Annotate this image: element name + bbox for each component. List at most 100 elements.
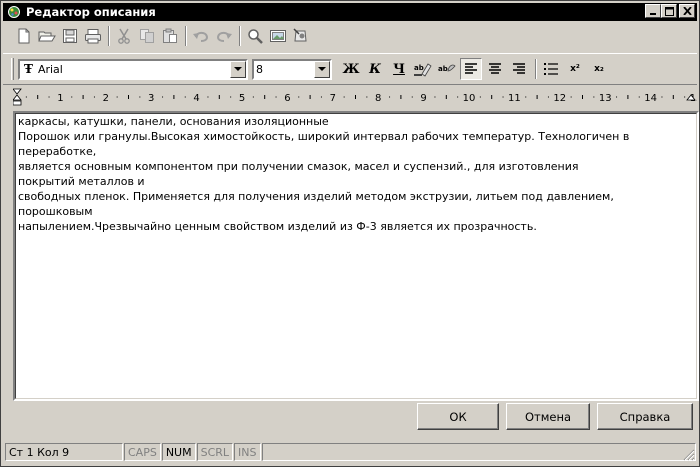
font-family-value: Arial bbox=[37, 62, 63, 76]
print-icon[interactable] bbox=[82, 25, 104, 47]
ruler-tick bbox=[230, 96, 232, 98]
bullet-list-icon[interactable] bbox=[540, 58, 562, 80]
ruler-tick bbox=[400, 95, 402, 99]
ruler-tick bbox=[525, 96, 527, 98]
maximize-button[interactable] bbox=[661, 4, 677, 18]
ruler-tick bbox=[536, 95, 538, 99]
ruler-tick bbox=[343, 96, 345, 98]
ruler[interactable]: 123456789101112131415 bbox=[13, 87, 697, 109]
chevron-down-icon[interactable] bbox=[230, 60, 246, 78]
help-button[interactable]: Справка bbox=[597, 403, 693, 430]
ruler-tick bbox=[638, 96, 640, 98]
bold-button[interactable]: Ж bbox=[340, 58, 362, 80]
ruler-label: 13 bbox=[599, 93, 612, 104]
paste-icon[interactable] bbox=[159, 25, 181, 47]
size-grip-icon[interactable] bbox=[683, 449, 695, 461]
ruler-tick bbox=[616, 96, 618, 98]
text-line: покрытий металлов и bbox=[18, 175, 145, 188]
editor-text-area[interactable]: каркасы, катушки, панели, основания изол… bbox=[15, 113, 697, 399]
font-size-select[interactable]: 8 bbox=[252, 58, 332, 80]
ruler-label: 2 bbox=[103, 93, 109, 104]
ruler-label: 7 bbox=[330, 93, 336, 104]
ruler-label: 3 bbox=[148, 93, 154, 104]
ok-button[interactable]: ОК bbox=[417, 403, 499, 430]
toolbar-separator bbox=[535, 59, 537, 79]
align-center-button[interactable] bbox=[484, 58, 506, 80]
insert-indicator: INS bbox=[234, 443, 261, 461]
underline-button[interactable]: Ч bbox=[388, 58, 410, 80]
ruler-tick bbox=[389, 96, 391, 98]
font-color-icon[interactable]: ab bbox=[436, 58, 458, 80]
ruler-tick bbox=[445, 95, 447, 99]
left-indent-marker[interactable] bbox=[13, 88, 22, 106]
close-button[interactable] bbox=[679, 4, 695, 18]
ruler-tick bbox=[162, 96, 164, 98]
ruler-tick bbox=[116, 96, 118, 98]
insert-object-icon[interactable] bbox=[290, 25, 312, 47]
copy-icon[interactable] bbox=[136, 25, 158, 47]
svg-text:ab: ab bbox=[414, 64, 424, 72]
align-left-button[interactable] bbox=[460, 58, 482, 80]
svg-text:ab: ab bbox=[438, 65, 448, 73]
font-size-value: 8 bbox=[256, 62, 263, 76]
ruler-tick bbox=[570, 96, 572, 98]
window-title: Редактор описания bbox=[26, 5, 156, 19]
ruler-tick bbox=[298, 96, 300, 98]
align-right-button[interactable] bbox=[508, 58, 530, 80]
format-toolbar: Ŧ Arial 8 Ж К Ч ab ab x² x₂ bbox=[3, 53, 697, 85]
cancel-button[interactable]: Отмена bbox=[506, 403, 590, 430]
ruler-tick bbox=[184, 96, 186, 98]
ruler-tick bbox=[71, 96, 73, 98]
description-editor[interactable]: каркасы, катушки, панели, основания изол… bbox=[13, 111, 699, 401]
subscript-button[interactable]: x₂ bbox=[588, 58, 610, 80]
ruler-tick bbox=[218, 95, 220, 99]
ruler-tick bbox=[593, 96, 595, 98]
ruler-label: 1 bbox=[57, 93, 63, 104]
ruler-tick bbox=[252, 96, 254, 98]
cut-icon[interactable] bbox=[113, 25, 135, 47]
ruler-label: 8 bbox=[375, 93, 381, 104]
window-controls bbox=[645, 4, 695, 18]
ruler-label: 11 bbox=[508, 93, 521, 104]
text-line: переработке, bbox=[18, 145, 97, 158]
text-line: напылением.Чрезвычайно ценным свойством … bbox=[18, 220, 537, 233]
ruler-tick bbox=[672, 95, 674, 99]
ruler-tick bbox=[320, 96, 322, 98]
ruler-tick bbox=[366, 96, 368, 98]
ruler-label: 5 bbox=[239, 93, 245, 104]
ruler-tick bbox=[309, 95, 311, 99]
highlight-color-icon[interactable]: ab bbox=[412, 58, 434, 80]
open-folder-icon[interactable] bbox=[36, 25, 58, 47]
superscript-button[interactable]: x² bbox=[564, 58, 586, 80]
ruler-tick bbox=[93, 96, 95, 98]
chevron-down-icon[interactable] bbox=[314, 60, 330, 78]
text-line: Порошок или гранулы.Высокая химостойкост… bbox=[18, 130, 630, 143]
ruler-label: 4 bbox=[193, 93, 199, 104]
font-family-select[interactable]: Ŧ Arial bbox=[18, 58, 248, 80]
text-line: свободных пленок. Применяется для получе… bbox=[18, 190, 614, 203]
toolbar-separator bbox=[108, 26, 110, 46]
ruler-tick bbox=[661, 96, 663, 98]
title-bar[interactable]: Редактор описания bbox=[3, 3, 697, 21]
ruler-tick bbox=[264, 95, 266, 99]
ruler-tick bbox=[128, 95, 129, 99]
text-line: порошковым bbox=[18, 205, 93, 218]
undo-icon[interactable] bbox=[190, 25, 212, 47]
toolbar-grip[interactable] bbox=[11, 58, 14, 80]
num-indicator: NUM bbox=[161, 443, 196, 461]
scroll-lock-indicator: SCRL bbox=[196, 443, 234, 461]
ruler-tick bbox=[355, 95, 356, 99]
insert-image-icon[interactable] bbox=[267, 25, 289, 47]
new-document-icon[interactable] bbox=[13, 25, 35, 47]
ruler-tick bbox=[207, 96, 209, 98]
ruler-label: 14 bbox=[644, 93, 657, 104]
minimize-button[interactable] bbox=[645, 4, 661, 18]
ruler-label: 10 bbox=[463, 93, 476, 104]
italic-button[interactable]: К bbox=[364, 58, 386, 80]
find-icon[interactable] bbox=[244, 25, 266, 47]
truetype-font-icon: Ŧ bbox=[24, 62, 33, 76]
save-icon[interactable] bbox=[59, 25, 81, 47]
ruler-tick bbox=[502, 96, 504, 98]
redo-icon[interactable] bbox=[213, 25, 235, 47]
ruler-tick bbox=[82, 95, 84, 99]
